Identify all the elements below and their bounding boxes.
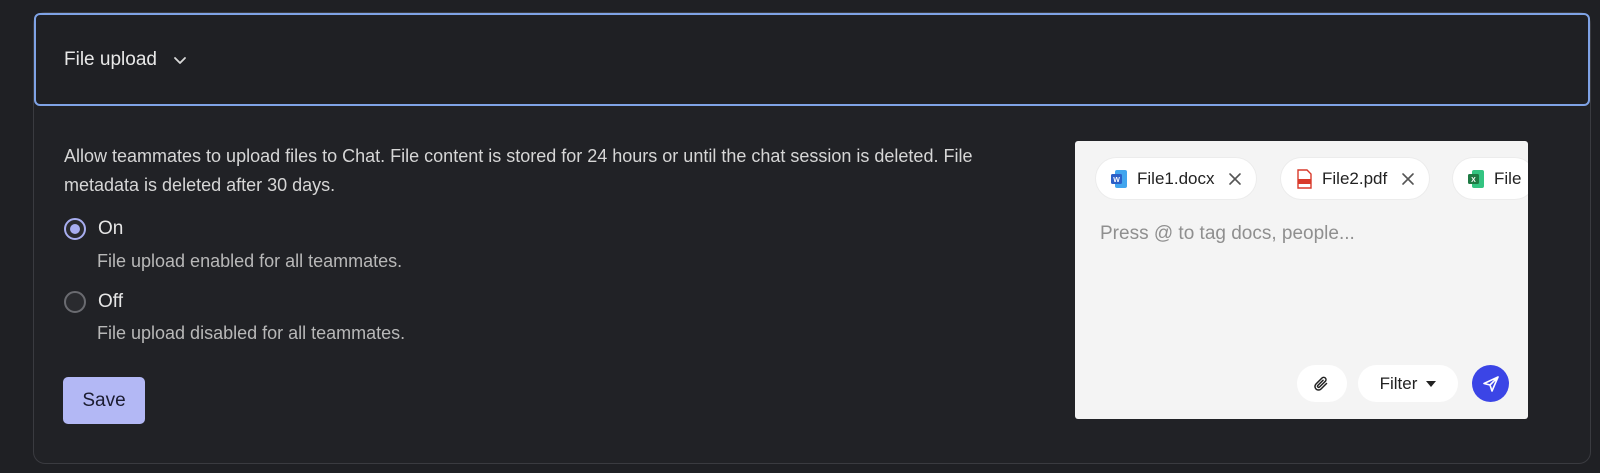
section-description: Allow teammates to upload files to Chat.… [64, 146, 973, 195]
close-icon[interactable] [1228, 172, 1242, 186]
send-icon [1482, 375, 1499, 392]
word-icon: W [1111, 169, 1127, 188]
file-chip[interactable]: W File1.docx [1096, 158, 1257, 199]
close-icon[interactable] [1401, 172, 1415, 186]
caret-down-icon [1426, 380, 1437, 387]
radio-on[interactable]: On [64, 218, 123, 240]
file-chip[interactable]: File2.pdf [1281, 158, 1430, 199]
chat-input[interactable] [1100, 223, 1500, 245]
chevron-down-icon [174, 56, 186, 64]
send-button[interactable] [1472, 365, 1509, 402]
file-chip-name: File2.pdf [1322, 168, 1388, 188]
radio-off-label: Off [98, 291, 123, 312]
file-chip[interactable]: X File [1453, 158, 1528, 199]
svg-text:X: X [1471, 177, 1476, 184]
excel-icon: X [1468, 169, 1484, 188]
file-upload-header[interactable]: File upload [34, 13, 1590, 106]
file-chip-name: File [1494, 168, 1522, 188]
save-button[interactable]: Save [63, 377, 145, 424]
radio-off-description: File upload disabled for all teammates. [97, 323, 406, 343]
section-title: File upload [64, 48, 157, 70]
filter-label: Filter [1379, 373, 1418, 393]
attach-button[interactable] [1297, 365, 1347, 402]
filter-dropdown[interactable]: Filter [1358, 365, 1458, 402]
svg-text:W: W [1113, 177, 1120, 184]
paperclip-icon [1314, 376, 1328, 391]
pdf-icon [1297, 168, 1312, 189]
radio-on-control[interactable] [64, 218, 86, 240]
file-chip-name: File1.docx [1137, 168, 1215, 188]
radio-on-description: File upload enabled for all teammates. [97, 251, 403, 271]
radio-on-label: On [98, 218, 124, 239]
radio-off-control[interactable] [64, 291, 86, 313]
radio-off[interactable]: Off [64, 291, 123, 313]
chat-preview: W File1.docx File2.pdf X File Filter [1075, 141, 1528, 419]
